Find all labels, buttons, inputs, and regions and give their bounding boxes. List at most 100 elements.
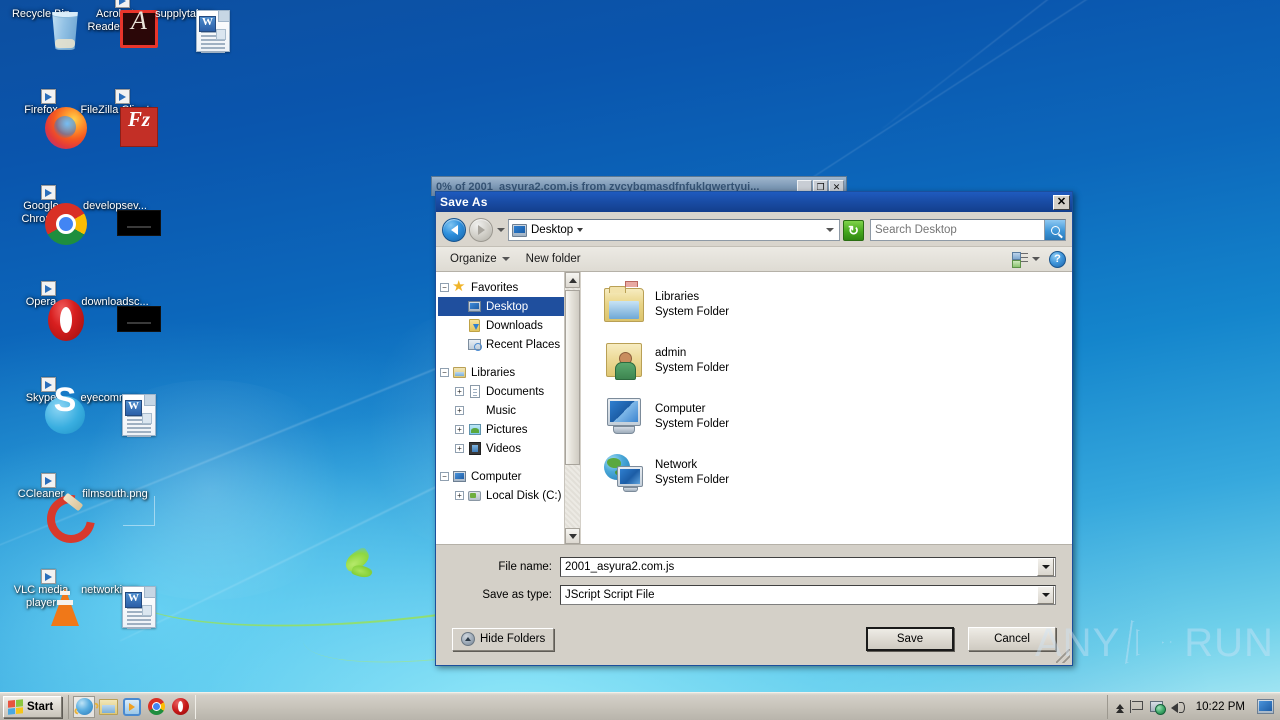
libraries-folder-icon xyxy=(603,281,645,326)
tree-expander[interactable]: + xyxy=(455,425,464,434)
desktop-icon-skype[interactable]: Skype xyxy=(4,377,85,434)
save-as-type-value[interactable] xyxy=(561,589,1036,601)
tree-group-gap xyxy=(438,354,564,363)
tree-item-recent-places[interactable]: Recent Places xyxy=(438,335,564,354)
desktop-icon-png-image[interactable]: filmsouth.png xyxy=(78,488,155,526)
desktop-icon-word-document[interactable]: supplytaken... xyxy=(152,8,230,53)
star-icon: ★ xyxy=(452,278,466,295)
file-list-item[interactable]: Network System Folder xyxy=(603,450,1072,496)
taskbar-chrome-button[interactable] xyxy=(145,696,167,718)
hide-folders-button[interactable]: Hide Folders xyxy=(452,627,555,651)
tree-expander[interactable]: + xyxy=(455,491,464,500)
cancel-button[interactable]: Cancel xyxy=(968,627,1056,651)
tree-expander[interactable]: − xyxy=(440,368,449,377)
resize-grip[interactable] xyxy=(1056,649,1070,663)
tree-item-downloads[interactable]: Downloads xyxy=(438,316,564,335)
search-button[interactable] xyxy=(1044,220,1065,240)
show-desktop-button[interactable] xyxy=(1257,699,1274,714)
search-input[interactable] xyxy=(871,224,1044,236)
start-button[interactable]: Start xyxy=(3,695,63,718)
scrollbar-thumb[interactable] xyxy=(565,290,580,465)
tree-item-documents[interactable]: + Documents xyxy=(438,382,564,401)
windows-logo-icon xyxy=(8,698,23,715)
chevron-down-icon[interactable] xyxy=(577,228,584,232)
desktop-icon-black-file[interactable]: downloadsc... xyxy=(78,296,161,332)
tree-item-pictures[interactable]: + Pictures xyxy=(438,420,564,439)
desktop-icon-recycle-bin[interactable]: Recycle Bin xyxy=(4,8,78,50)
scroll-down-button[interactable] xyxy=(565,528,580,544)
taskbar-windows-explorer-button[interactable] xyxy=(97,696,119,718)
save-button[interactable]: Save xyxy=(866,627,954,651)
scrollbar-track[interactable] xyxy=(565,288,580,528)
tree-item-favorites[interactable]: − ★ Favorites xyxy=(438,278,564,297)
tree-item-libraries[interactable]: − Libraries xyxy=(438,363,564,382)
new-folder-label: New folder xyxy=(525,253,581,265)
search-box[interactable] xyxy=(870,219,1066,241)
desktop-icon-black-file[interactable]: developsev... xyxy=(78,200,161,236)
show-hidden-icons-button[interactable] xyxy=(1115,704,1124,713)
tree-item-label: Local Disk (C:) xyxy=(486,489,562,502)
taskbar-opera-button[interactable] xyxy=(169,696,191,718)
tree-expander[interactable]: + xyxy=(455,444,464,453)
desktop-icon-word-document[interactable]: networkings... xyxy=(78,584,156,629)
file-name-dropdown-button[interactable] xyxy=(1037,558,1054,576)
windows-explorer-icon xyxy=(98,698,118,715)
file-item-text: Computer System Folder xyxy=(655,402,729,432)
help-button[interactable]: ? xyxy=(1049,250,1066,268)
save-as-dialog: Save As ✕ Desktop ↻ Search Desktop Organ… xyxy=(435,191,1073,666)
back-button[interactable] xyxy=(442,218,466,242)
desktop-icon-word-document[interactable]: eyecomman... xyxy=(78,392,156,437)
dialog-titlebar[interactable]: Save As ✕ xyxy=(436,192,1072,212)
file-list-item[interactable]: Computer System Folder xyxy=(603,394,1072,440)
scroll-up-button[interactable] xyxy=(565,272,580,288)
file-list-item[interactable]: Libraries System Folder xyxy=(603,281,1072,328)
save-as-type-dropdown-button[interactable] xyxy=(1037,586,1054,604)
file-name-combo[interactable] xyxy=(560,557,1056,577)
recent-locations-button[interactable] xyxy=(496,228,505,232)
close-icon[interactable]: ✕ xyxy=(1053,194,1070,210)
file-list-item[interactable]: admin System Folder xyxy=(603,338,1072,384)
tree-item-local-disk-c[interactable]: + Local Disk (C:) xyxy=(438,486,564,505)
breadcrumb-segment-desktop[interactable]: Desktop xyxy=(531,224,573,236)
tree-expander[interactable]: + xyxy=(455,387,464,396)
file-list[interactable]: Libraries System Folder admin System Folder… xyxy=(581,272,1072,544)
clock[interactable]: 10:22 PM xyxy=(1192,701,1249,713)
organize-button[interactable]: Organize xyxy=(442,249,518,269)
desktop-icon-acrobat-reader[interactable]: Acrobat Reader DC xyxy=(78,0,158,48)
change-view-dropdown[interactable] xyxy=(1029,257,1043,261)
wallpaper-streak xyxy=(879,0,1280,131)
chevron-down-icon xyxy=(496,228,505,232)
forward-button[interactable] xyxy=(469,218,493,242)
desktop-icon-opera[interactable]: Opera xyxy=(4,281,84,341)
tree-item-videos[interactable]: + Videos xyxy=(438,439,564,458)
volume-icon[interactable] xyxy=(1170,700,1186,713)
shortcut-overlay-icon xyxy=(41,377,56,392)
tree-item-music[interactable]: + Music xyxy=(438,401,564,420)
new-folder-button[interactable]: New folder xyxy=(518,249,589,269)
downloads-icon xyxy=(467,318,483,333)
tree-expander[interactable]: − xyxy=(440,472,449,481)
desktop-icon xyxy=(512,223,527,237)
desktop-icon-vlc[interactable]: VLC media player xyxy=(4,569,79,626)
breadcrumb[interactable]: Desktop xyxy=(508,219,840,241)
desktop-icon-chrome[interactable]: Google Chrome xyxy=(4,185,87,245)
taskbar-internet-explorer-button[interactable] xyxy=(73,695,96,718)
tree-item-desktop[interactable]: Desktop xyxy=(438,297,564,316)
file-name-input[interactable] xyxy=(561,561,1036,573)
chevron-down-icon xyxy=(501,257,510,261)
desktop-icon-ccleaner[interactable]: CCleaner xyxy=(4,473,78,501)
tree-expander[interactable]: − xyxy=(440,283,449,292)
change-view-icon[interactable] xyxy=(1012,251,1029,268)
address-dropdown-button[interactable] xyxy=(824,228,836,232)
navigation-scrollbar[interactable] xyxy=(564,272,580,544)
desktop-icon-firefox[interactable]: Firefox xyxy=(4,89,87,149)
tree-expander[interactable]: + xyxy=(455,406,464,415)
navigation-pane: − ★ Favorites Desktop Downloads Recent Places… xyxy=(436,272,581,544)
network-icon[interactable] xyxy=(1149,700,1166,715)
action-center-icon[interactable] xyxy=(1129,700,1144,713)
taskbar-media-player-button[interactable] xyxy=(121,696,143,718)
tree-item-computer[interactable]: − Computer xyxy=(438,467,564,486)
save-as-type-combo[interactable] xyxy=(560,585,1056,605)
refresh-button[interactable]: ↻ xyxy=(843,219,864,241)
desktop-icon-filezilla[interactable]: FileZilla Client xyxy=(78,89,158,147)
